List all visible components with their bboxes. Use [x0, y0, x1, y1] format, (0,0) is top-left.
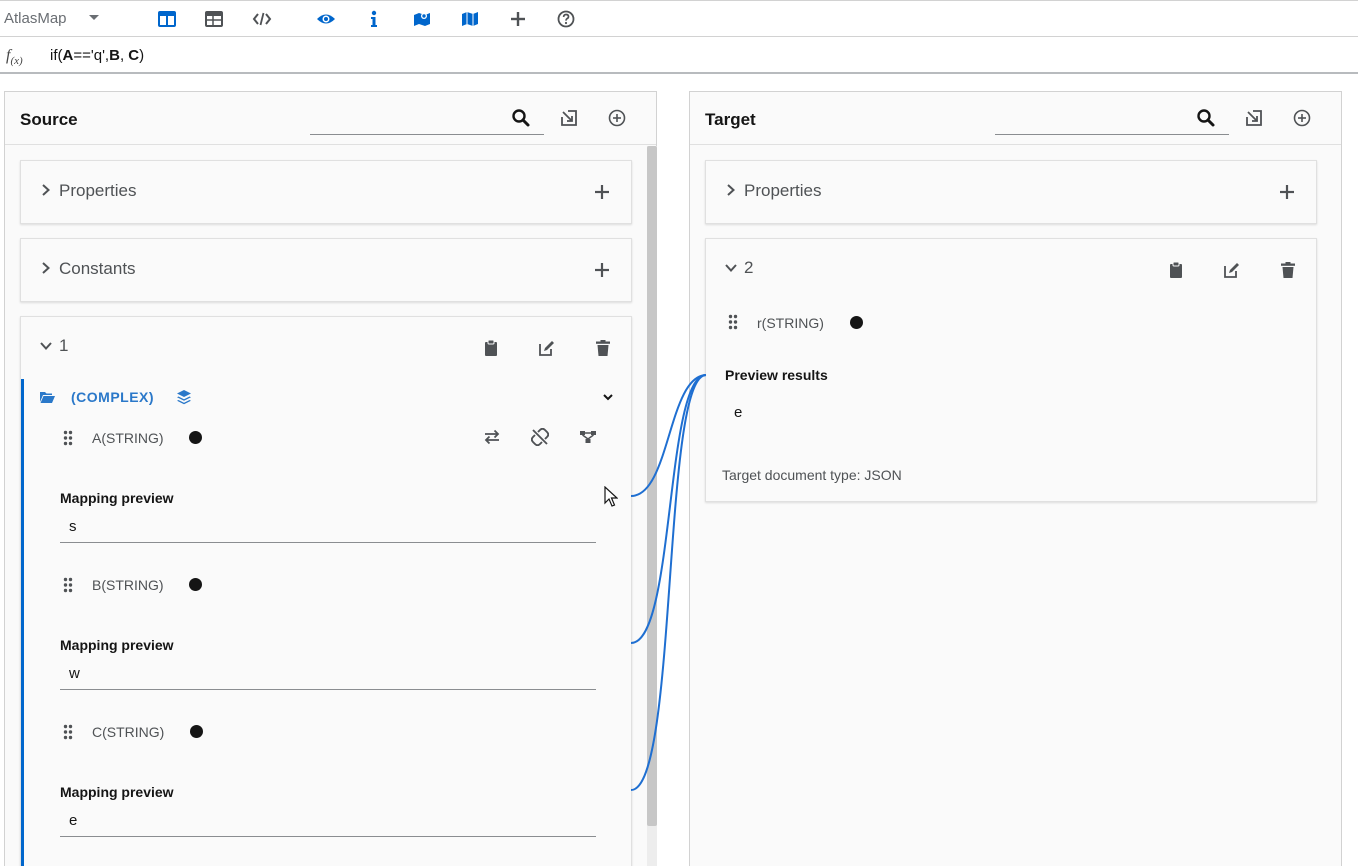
eye-icon[interactable]: [316, 9, 336, 29]
target-search-input[interactable]: [995, 102, 1229, 135]
help-icon[interactable]: [556, 9, 576, 29]
atlasmap-app: AtlasMap f(x) if(A=='q',B, C) Source Pro…: [0, 0, 1358, 866]
mapped-indicator: [189, 578, 202, 591]
columns-view-icon[interactable]: [157, 9, 177, 29]
target-header: Target: [690, 92, 1341, 145]
app-title[interactable]: AtlasMap: [4, 10, 67, 27]
main-toolbar: AtlasMap: [0, 0, 1358, 37]
chevron-right-icon[interactable]: [39, 183, 53, 197]
source-panel: Source Properties Constants 1 (COMPLEX) …: [4, 91, 657, 866]
selection-indicator: [21, 379, 24, 866]
expression-editor[interactable]: if(A=='q',B, C): [50, 47, 144, 64]
clipboard-icon[interactable]: [1167, 261, 1185, 279]
transformation-icon[interactable]: [579, 428, 597, 446]
add-property-icon[interactable]: [593, 183, 611, 201]
edit-icon[interactable]: [1223, 261, 1241, 279]
trash-icon[interactable]: [594, 339, 612, 357]
source-document-card: 1 (COMPLEX) A(STRING) Mapping preview s …: [20, 316, 632, 866]
complex-group-label[interactable]: (COMPLEX): [71, 389, 154, 405]
chevron-right-icon[interactable]: [39, 261, 53, 275]
expression-bar: f(x) if(A=='q',B, C): [0, 37, 1358, 74]
mapping-preview-label: Mapping preview: [60, 784, 174, 800]
source-search-input[interactable]: [310, 102, 544, 135]
source-scrollbar-thumb[interactable]: [647, 146, 657, 826]
code-icon[interactable]: [252, 9, 272, 29]
edit-icon[interactable]: [538, 339, 556, 357]
field-label-b[interactable]: B(STRING): [92, 577, 164, 593]
map-icon[interactable]: [460, 9, 480, 29]
section-label: Constants: [59, 259, 136, 278]
add-constant-icon[interactable]: [593, 261, 611, 279]
target-properties-section[interactable]: Properties: [705, 160, 1317, 224]
function-icon[interactable]: f(x): [6, 47, 23, 67]
target-title: Target: [705, 110, 756, 129]
import-icon[interactable]: [559, 108, 579, 128]
chevron-right-icon[interactable]: [724, 183, 738, 197]
field-label-c[interactable]: C(STRING): [92, 724, 164, 740]
mapped-indicator: [189, 431, 202, 444]
layers-icon: [177, 390, 191, 405]
mouse-cursor-icon: [604, 486, 618, 507]
mapping-preview-label: Mapping preview: [60, 637, 174, 653]
unlink-icon[interactable]: [531, 428, 549, 446]
mapping-preview-input-a[interactable]: [60, 511, 596, 543]
folder-open-icon: [40, 392, 55, 403]
field-label-r[interactable]: r(STRING): [757, 315, 824, 331]
mapped-indicator: [850, 316, 863, 329]
mapping-preview-input-b[interactable]: [60, 658, 596, 690]
trash-icon[interactable]: [1279, 261, 1297, 279]
drag-handle-icon[interactable]: [63, 577, 73, 593]
chevron-down-icon[interactable]: [724, 261, 738, 275]
mapped-indicator: [190, 725, 203, 738]
import-icon[interactable]: [1244, 108, 1264, 128]
add-circle-icon[interactable]: [607, 108, 627, 128]
source-header: Source: [5, 92, 656, 145]
search-icon[interactable]: [511, 108, 531, 128]
clipboard-icon[interactable]: [482, 339, 500, 357]
drag-handle-icon[interactable]: [63, 430, 73, 446]
chevron-down-icon[interactable]: [39, 339, 53, 353]
document-number: 1: [59, 336, 69, 355]
chevron-down-icon[interactable]: [602, 391, 614, 403]
mapping-preview-input-c[interactable]: [60, 805, 596, 837]
section-label: Properties: [59, 181, 137, 200]
add-icon[interactable]: [508, 9, 528, 29]
source-title: Source: [20, 110, 78, 129]
swap-icon[interactable]: [483, 428, 501, 446]
drag-handle-icon[interactable]: [728, 314, 738, 330]
add-property-icon[interactable]: [1278, 183, 1296, 201]
section-label: Properties: [744, 181, 822, 200]
caret-down-icon[interactable]: [88, 12, 100, 24]
table-view-icon[interactable]: [204, 9, 224, 29]
target-document-type: Target document type: JSON: [722, 467, 902, 483]
mapping-preview-label: Mapping preview: [60, 490, 174, 506]
info-icon[interactable]: [364, 9, 384, 29]
source-properties-section[interactable]: Properties: [20, 160, 632, 224]
preview-results-label: Preview results: [725, 367, 828, 383]
mapped-fields-icon[interactable]: [412, 9, 432, 29]
target-panel: Target Properties 2 r(STRING) Preview re…: [689, 91, 1342, 866]
source-constants-section[interactable]: Constants: [20, 238, 632, 302]
search-icon[interactable]: [1196, 108, 1216, 128]
field-label-a[interactable]: A(STRING): [92, 430, 164, 446]
preview-results-value: e: [734, 404, 743, 421]
target-document-card: 2 r(STRING) Preview results e Target doc…: [705, 238, 1317, 502]
add-circle-icon[interactable]: [1292, 108, 1312, 128]
drag-handle-icon[interactable]: [63, 724, 73, 740]
document-number: 2: [744, 258, 754, 277]
